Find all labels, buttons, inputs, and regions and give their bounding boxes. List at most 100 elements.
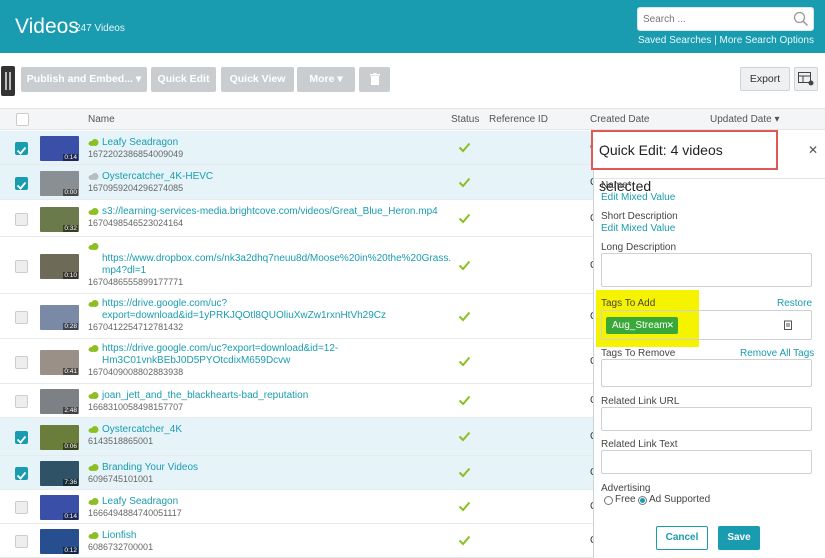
table-settings-icon: [798, 72, 814, 86]
row-checkbox[interactable]: [15, 177, 28, 190]
video-title-link[interactable]: https://drive.google.com/uc?export=downl…: [102, 343, 338, 367]
column-settings-button[interactable]: [794, 67, 818, 91]
search-box[interactable]: [637, 7, 814, 31]
table-row[interactable]: 0:28 https://drive.google.com/uc? export=…: [0, 294, 600, 339]
video-thumbnail[interactable]: 0:41: [40, 350, 79, 375]
tag-chip[interactable]: Aug_Stream ✕: [606, 317, 678, 334]
sidebar-toggle-handle[interactable]: [1, 66, 15, 96]
video-thumbnail[interactable]: 7:36: [40, 461, 79, 486]
video-title-link[interactable]: Leafy Seadragon: [102, 496, 178, 508]
video-title-link[interactable]: s3://learning-services-media.brightcove.…: [102, 206, 438, 218]
video-thumbnail[interactable]: 0:28: [40, 305, 79, 330]
status-check-icon: [458, 535, 471, 546]
table-row[interactable]: 0:41 https://drive.google.com/uc?export=d…: [0, 339, 600, 384]
video-thumbnail[interactable]: 0:06: [40, 425, 79, 450]
search-icon[interactable]: [793, 11, 809, 27]
video-title-link[interactable]: Leafy Seadragon: [102, 137, 178, 149]
checkmark-icon: [16, 471, 27, 480]
remove-all-tags-link[interactable]: Remove All Tags: [740, 348, 814, 359]
column-name[interactable]: Name: [88, 114, 115, 125]
video-title-link[interactable]: https://drive.google.com/uc? export=down…: [102, 298, 386, 322]
delete-button[interactable]: [359, 67, 390, 92]
restore-link[interactable]: Restore: [777, 298, 812, 309]
related-link-url-field[interactable]: [601, 407, 812, 431]
column-updated-date[interactable]: Updated Date ▾: [710, 114, 780, 125]
video-id: 1666494884740051117: [88, 508, 182, 518]
short-description-edit-link[interactable]: Edit Mixed Value: [601, 223, 675, 234]
saved-searches-link[interactable]: Saved Searches: [638, 35, 711, 46]
quick-view-button[interactable]: Quick View: [221, 67, 294, 92]
row-checkbox[interactable]: [15, 311, 28, 324]
table-row[interactable]: 0:14Leafy Seadragon1672202386854009049C: [0, 131, 600, 165]
video-title-link[interactable]: joan_jett_and_the_blackhearts-bad_reputa…: [102, 390, 308, 402]
cloud-icon: [88, 345, 99, 352]
video-thumbnail[interactable]: 0:12: [40, 529, 79, 554]
long-description-field[interactable]: [601, 253, 812, 287]
table-row[interactable]: 0:06Oystercatcher_4K6143518865001C: [0, 418, 600, 456]
row-checkbox[interactable]: [15, 535, 28, 548]
row-checkbox[interactable]: [15, 260, 28, 273]
video-id: 6143518865001: [88, 436, 154, 446]
video-title-link[interactable]: Oystercatcher_4K-HEVC: [102, 171, 213, 183]
table-row[interactable]: 0:00 Oystercatcher_4K-HEVC 167095920429627…: [0, 165, 600, 200]
tags-to-add-label: Tags To Add: [601, 298, 656, 309]
cancel-button[interactable]: Cancel: [656, 526, 708, 550]
column-reference-id[interactable]: Reference ID: [489, 114, 548, 125]
publish-embed-button[interactable]: Publish and Embed... ▾: [21, 67, 147, 92]
more-search-options-link[interactable]: More Search Options: [720, 35, 815, 46]
table-row[interactable]: 0:32 s3://learning-services-media.brightc…: [0, 200, 600, 237]
video-thumbnail[interactable]: 2:48: [40, 389, 79, 414]
table-row[interactable]: 0:14Leafy Seadragon1666494884740051117C: [0, 490, 600, 524]
video-title-link[interactable]: Lionfish: [102, 530, 136, 542]
related-link-text-field[interactable]: [601, 450, 812, 474]
table-header: Name Status Reference ID Created Date Up…: [0, 108, 825, 130]
status-check-icon: [458, 142, 471, 153]
name-edit-link[interactable]: Edit Mixed Value: [601, 192, 675, 203]
ad-supported-radio[interactable]: [638, 496, 647, 505]
cloud-icon: [88, 139, 99, 146]
quick-edit-button[interactable]: Quick Edit: [151, 67, 216, 92]
row-checkbox[interactable]: [15, 213, 28, 226]
remove-tag-icon[interactable]: ✕: [666, 317, 674, 334]
column-status[interactable]: Status: [451, 114, 479, 125]
save-button[interactable]: Save: [718, 526, 760, 550]
duration-badge: 0:41: [63, 368, 78, 375]
video-title-link[interactable]: https://www.dropbox.com/s/nk3a2dhq7neuu8…: [102, 241, 451, 277]
row-checkbox[interactable]: [15, 142, 28, 155]
video-thumbnail[interactable]: 0:00: [40, 171, 79, 196]
chevron-down-icon: ▾: [337, 73, 343, 85]
select-all-checkbox[interactable]: [16, 113, 29, 126]
row-checkbox[interactable]: [15, 395, 28, 408]
row-checkbox[interactable]: [15, 431, 28, 444]
video-id: 1672202386854009049: [88, 149, 184, 159]
name-label: Name*: [601, 180, 632, 191]
video-thumbnail[interactable]: 0:14: [40, 136, 79, 161]
duration-badge: 0:10: [63, 272, 78, 279]
row-checkbox[interactable]: [15, 501, 28, 514]
column-created-date[interactable]: Created Date: [590, 114, 649, 125]
clipboard-icon[interactable]: [784, 320, 792, 330]
video-thumbnail[interactable]: 0:32: [40, 207, 79, 232]
header-bar: Videos 247 Videos Saved Searches | More …: [0, 0, 825, 53]
table-row[interactable]: 0:10 https://www.dropbox.com/s/nk3a2dhq7…: [0, 237, 600, 294]
close-icon[interactable]: ✕: [808, 143, 818, 157]
row-checkbox[interactable]: [15, 467, 28, 480]
status-check-icon: [458, 467, 471, 478]
duration-badge: 0:14: [63, 154, 78, 161]
row-checkbox[interactable]: [15, 356, 28, 369]
video-title-link[interactable]: Branding Your Videos: [102, 462, 198, 474]
cloud-icon: [88, 498, 99, 505]
more-button[interactable]: More ▾: [297, 67, 355, 92]
video-title-link[interactable]: Oystercatcher_4K: [102, 424, 182, 436]
tags-to-remove-field[interactable]: [601, 359, 812, 387]
duration-badge: 2:48: [63, 407, 78, 414]
table-row[interactable]: 0:12Lionfish6086732700001C: [0, 524, 600, 558]
video-thumbnail[interactable]: 0:10: [40, 254, 79, 279]
table-row[interactable]: 2:48 joan_jett_and_the_blackhearts-bad_re…: [0, 384, 600, 418]
video-thumbnail[interactable]: 0:14: [40, 495, 79, 520]
free-radio[interactable]: [604, 496, 613, 505]
search-input[interactable]: [643, 8, 793, 30]
video-id: 6086732700001: [88, 542, 154, 552]
table-row[interactable]: 7:36Branding Your Videos6096745101001C: [0, 456, 600, 490]
export-button[interactable]: Export: [740, 67, 790, 91]
